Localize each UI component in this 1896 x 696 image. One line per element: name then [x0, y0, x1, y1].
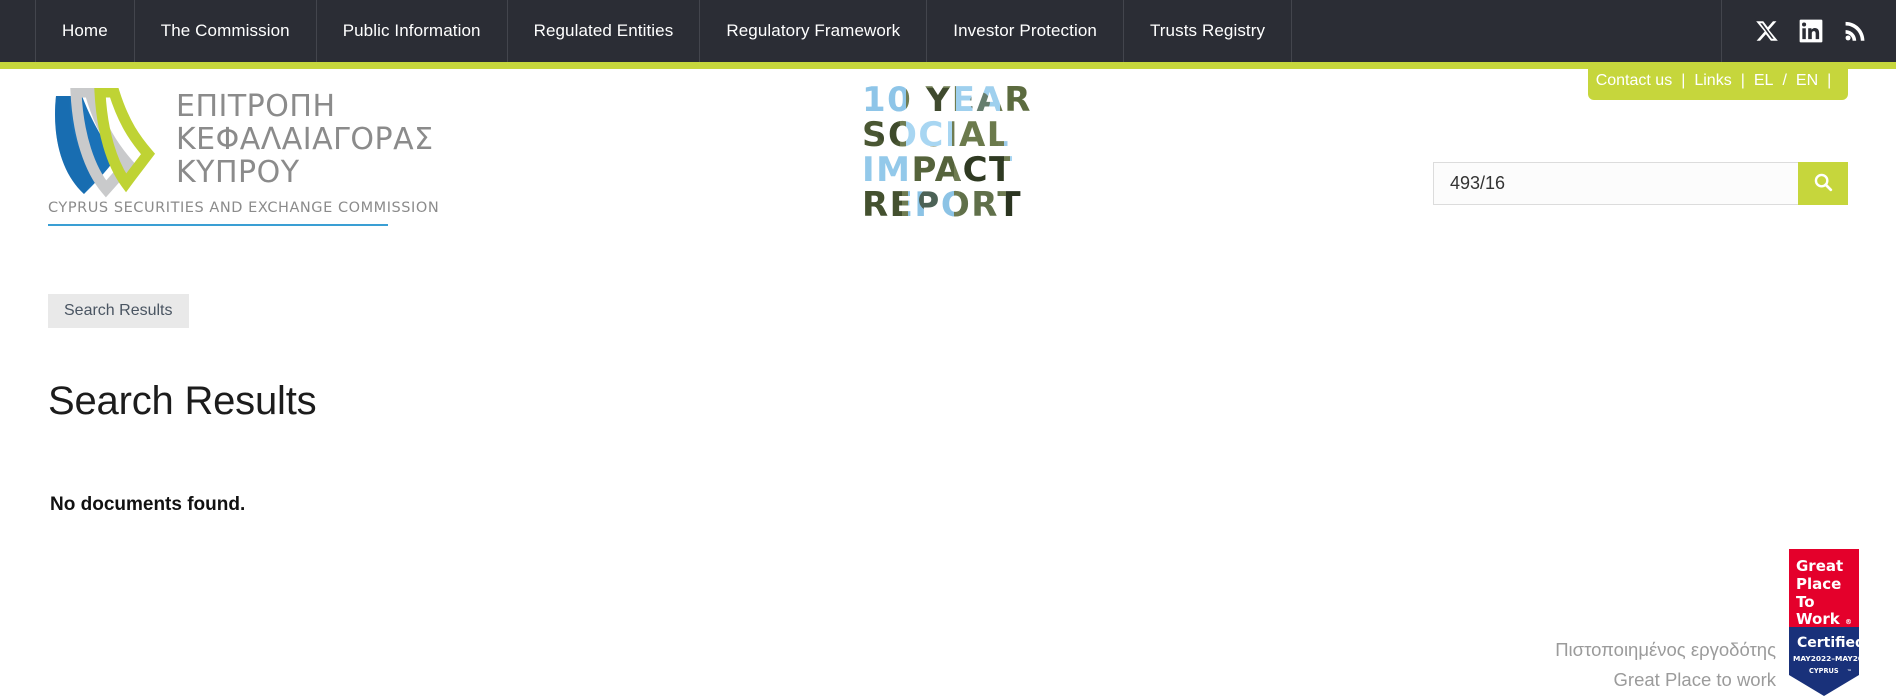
social-impact-report-banner[interactable]: 10 YEAR SOCIAL IMPACT REPORT	[860, 82, 1100, 220]
site-logo[interactable]: ΕΠΙΤΡΟΠΗ ΚΕΦΑΛΑΙΑΓΟΡΑΣ ΚΥΠΡΟΥ CYPRUS SEC…	[48, 86, 468, 226]
lang-slash: /	[1782, 72, 1787, 89]
badge-line-2: Place	[1796, 575, 1841, 593]
links-link[interactable]: Links	[1694, 72, 1731, 90]
social-links	[1721, 0, 1896, 62]
contact-us-link[interactable]: Contact us	[1596, 72, 1672, 90]
logo-underline	[48, 224, 388, 226]
page-title: Search Results	[48, 378, 317, 423]
lang-en-link[interactable]: EN	[1796, 72, 1818, 90]
nav-filler	[1291, 0, 1721, 62]
certified-line-el: Πιστοποιημένος εργοδότης	[1555, 639, 1776, 660]
rss-icon[interactable]	[1840, 16, 1870, 46]
nav-item-label: Regulatory Framework	[726, 21, 901, 40]
nav-item-label: Public Information	[342, 21, 481, 40]
logo-line-3: ΚΥΠΡΟΥ	[176, 155, 300, 190]
utility-separator-3: |	[1827, 72, 1832, 89]
logo-line-1: ΕΠΙΤΡΟΠΗ	[176, 89, 336, 124]
nav-regulated-entities[interactable]: Regulated Entities	[506, 0, 700, 62]
site-search	[1433, 162, 1848, 205]
badge-country: CYPRUS	[1809, 667, 1839, 675]
badge-registered-mark: ®	[1845, 618, 1852, 626]
breadcrumb-current: Search Results	[64, 302, 173, 319]
main-navigation: Home The Commission Public Information R…	[0, 0, 1896, 62]
nav-regulatory-framework[interactable]: Regulatory Framework	[699, 0, 926, 62]
search-submit-button[interactable]	[1798, 162, 1848, 205]
search-icon	[1812, 171, 1834, 196]
lang-el-link[interactable]: EL	[1754, 72, 1774, 90]
badge-certified: Certified	[1797, 635, 1859, 651]
cysec-logo-mark	[48, 86, 166, 200]
logo-line-2: ΚΕΦΑΛΑΙΑΓΟΡΑΣ	[176, 122, 434, 157]
nav-item-label: Trusts Registry	[1149, 21, 1266, 40]
linkedin-icon[interactable]	[1796, 16, 1826, 46]
banner-line-4: REPORT	[862, 185, 1022, 220]
badge-line-4: Work	[1796, 610, 1841, 628]
nav-public-information[interactable]: Public Information	[315, 0, 507, 62]
badge-dates: MAY2022–MAY2023	[1793, 654, 1859, 663]
badge-line-3: To	[1796, 593, 1815, 611]
x-twitter-icon[interactable]	[1752, 16, 1782, 46]
nav-trusts-registry[interactable]: Trusts Registry	[1122, 0, 1291, 62]
search-input[interactable]	[1433, 162, 1798, 205]
badge-line-1: Great	[1796, 557, 1843, 575]
nav-left-spacer	[0, 0, 35, 62]
nav-the-commission[interactable]: The Commission	[133, 0, 316, 62]
nav-item-label: Investor Protection	[953, 21, 1097, 40]
banner-line-3: IMPACT	[862, 150, 1014, 190]
nav-item-label: Regulated Entities	[533, 21, 674, 40]
page-root: Home The Commission Public Information R…	[0, 0, 1896, 696]
utility-separator-1: |	[1681, 72, 1686, 89]
breadcrumb: Search Results	[48, 294, 189, 328]
great-place-to-work-badge[interactable]: Great Place To Work ® Certified MAY2022–…	[1789, 549, 1859, 696]
badge-tm: ™	[1847, 669, 1852, 675]
utility-bar: Contact us | Links | EL / EN |	[1588, 62, 1848, 100]
banner-line-2: SOCIAL	[862, 115, 1010, 155]
logo-subtitle: CYPRUS SECURITIES AND EXCHANGE COMMISSIO…	[48, 200, 440, 216]
nav-item-label: Home	[62, 21, 108, 40]
nav-investor-protection[interactable]: Investor Protection	[926, 0, 1123, 62]
logo-wordmark: ΕΠΙΤΡΟΠΗ ΚΕΦΑΛΑΙΑΓΟΡΑΣ ΚΥΠΡΟΥ	[176, 90, 434, 189]
great-place-to-work-caption: Πιστοποιημένος εργοδότης Great Place to …	[1555, 635, 1776, 695]
nav-home[interactable]: Home	[35, 0, 134, 62]
certified-line-en: Great Place to work	[1613, 669, 1776, 690]
nav-item-label: The Commission	[160, 21, 290, 40]
no-results-message: No documents found.	[50, 494, 246, 515]
utility-separator-2: |	[1740, 72, 1745, 89]
